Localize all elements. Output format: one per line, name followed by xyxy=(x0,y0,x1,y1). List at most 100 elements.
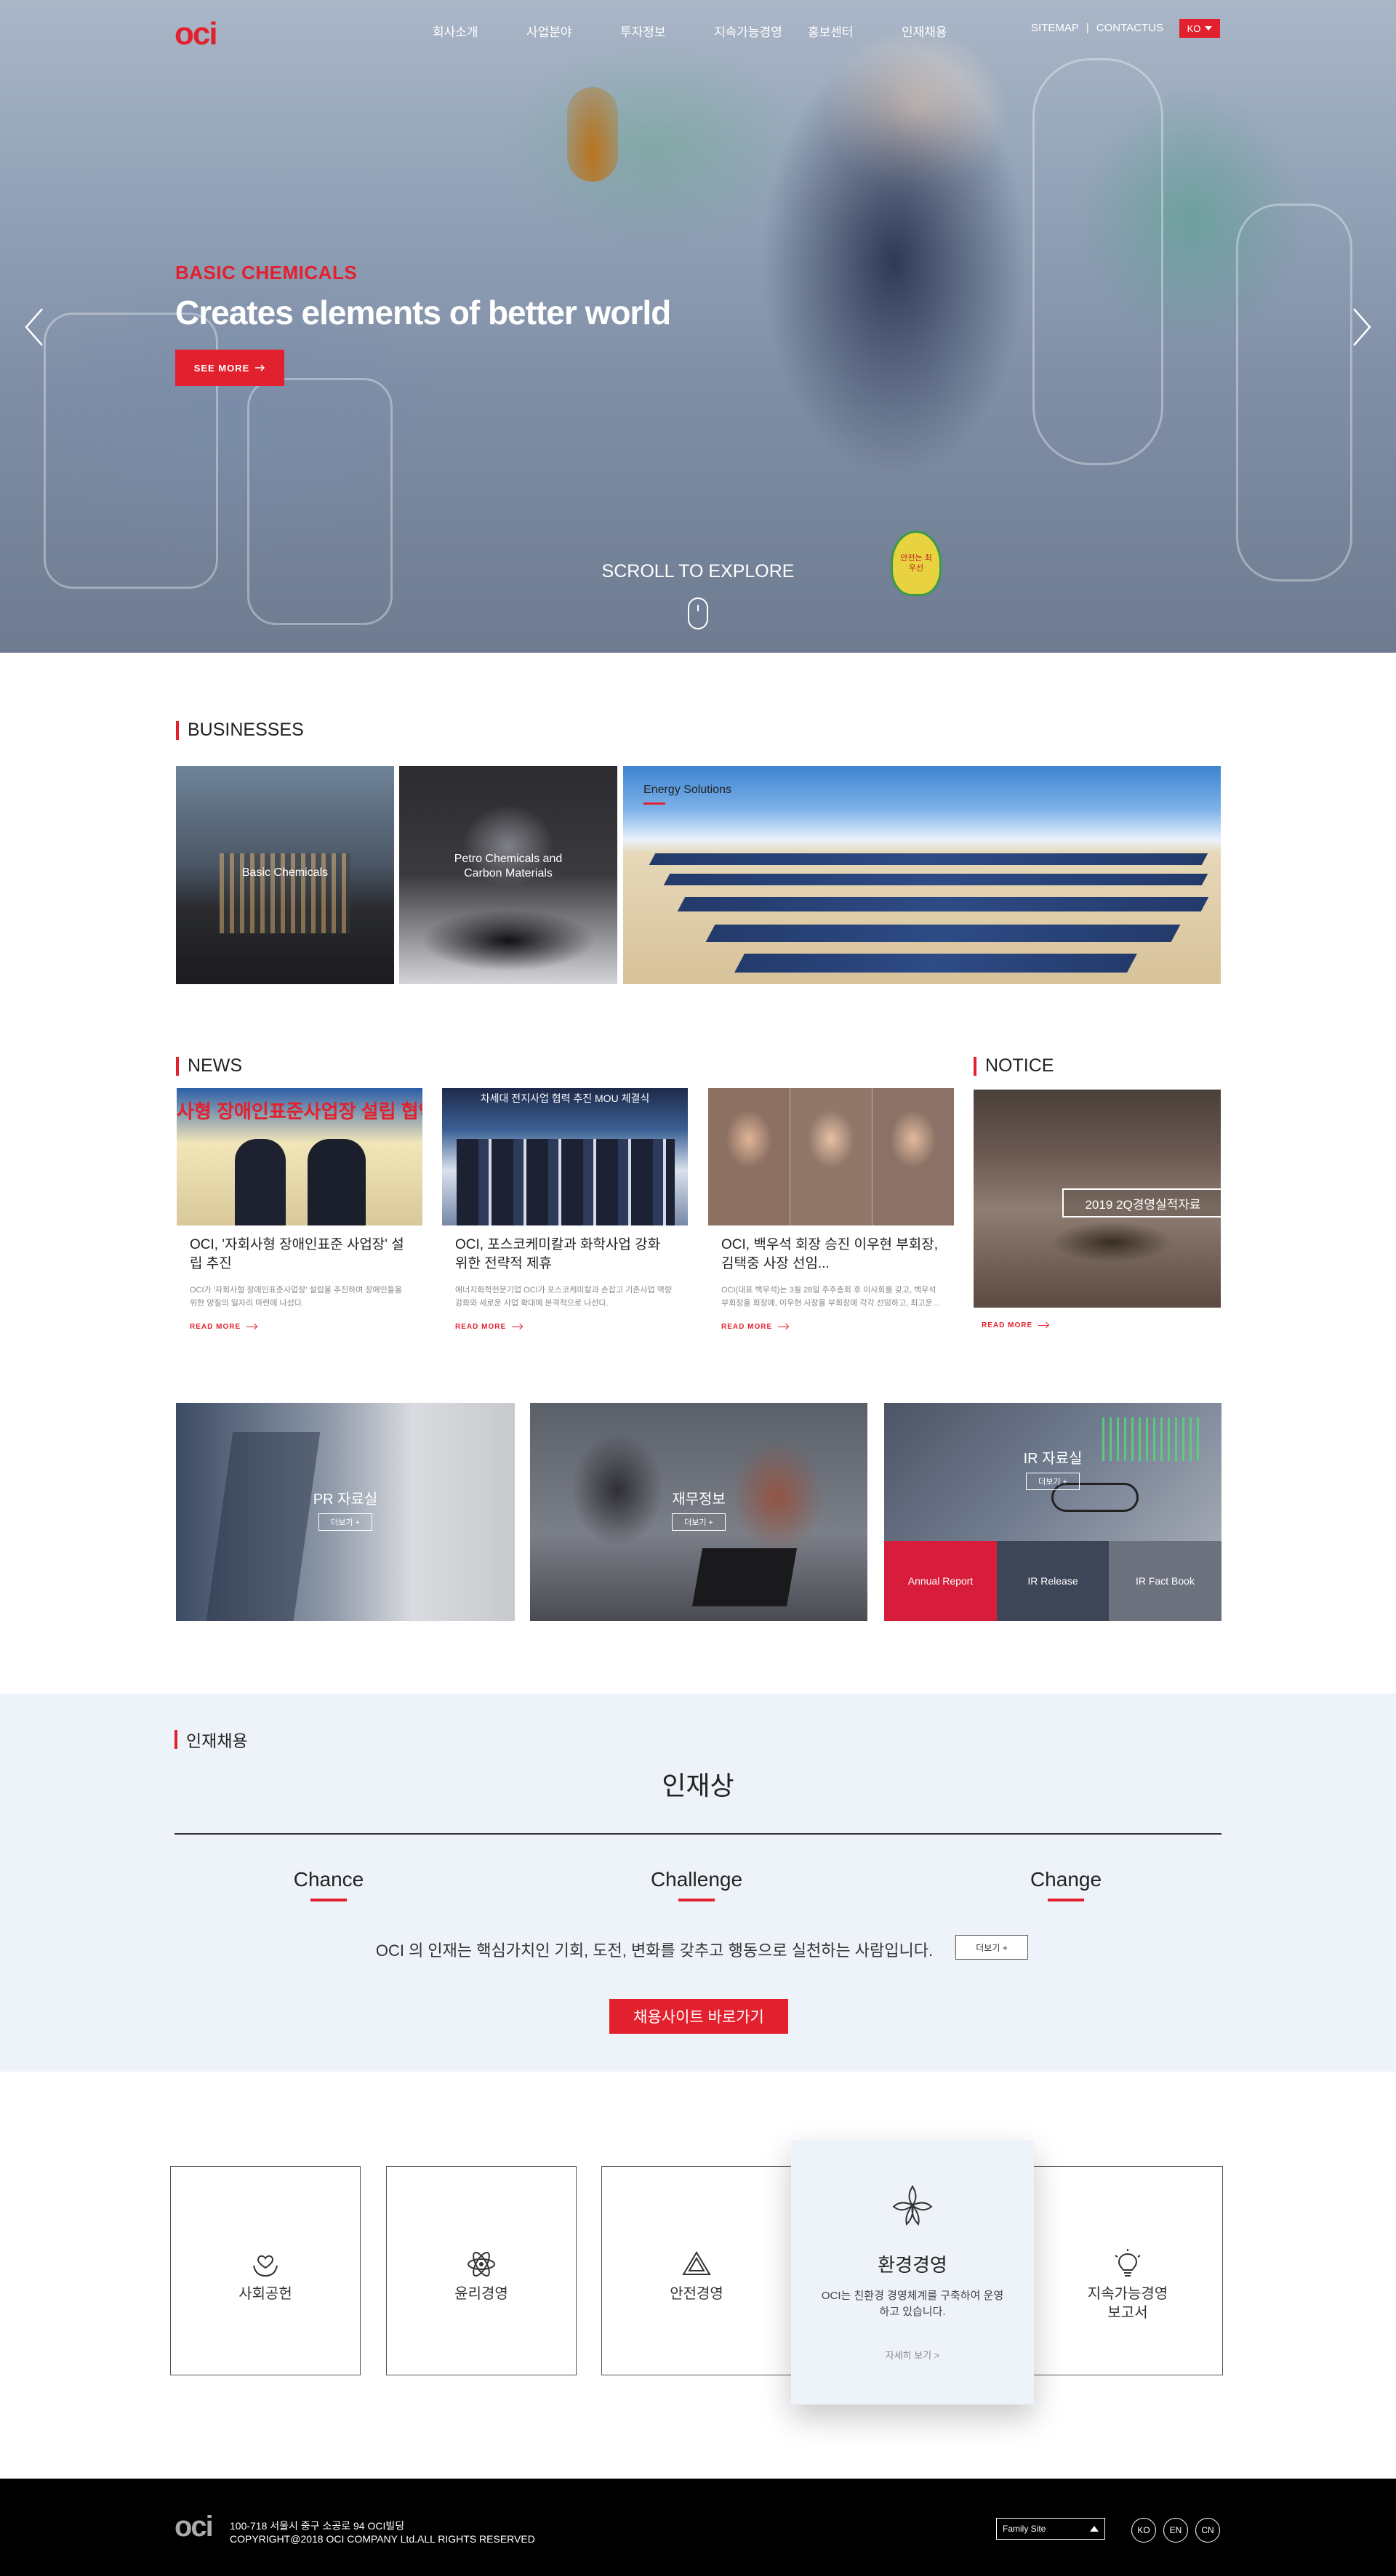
see-more-label: SEE MORE xyxy=(193,362,250,374)
recruit-section: 인재채용 인재상 Chance Challenge Change OCI 의 인… xyxy=(0,1694,1396,2072)
chevron-left-icon xyxy=(25,308,43,346)
recruit-title: 인재채용 xyxy=(174,1727,248,1752)
news-card[interactable]: 차세대 전지사업 협력 추진 MOU 체결식 OCI, 포스코케미칼과 화학사업… xyxy=(442,1088,688,1331)
slider-prev-button[interactable] xyxy=(20,305,49,349)
laptop-shape xyxy=(691,1548,798,1606)
talent-description-text: OCI 의 인재는 핵심가치인 기회, 도전, 변화를 갖추고 행동으로 실천하… xyxy=(375,1941,934,1960)
ir-release-button[interactable]: IR Release xyxy=(997,1541,1109,1621)
ir-archive-image[interactable]: IR 자료실 더보기 + xyxy=(884,1403,1222,1541)
news-card[interactable]: 사형 장애인표준사업장 설립 협약 OCI, '자회사형 장애인표준 사업장' … xyxy=(177,1088,422,1331)
nav-item-recruit[interactable]: 인재채용 xyxy=(902,22,995,40)
beaker xyxy=(567,87,618,182)
footer-lang-ko[interactable]: KO xyxy=(1131,2518,1156,2543)
hero-title: Creates elements of better world xyxy=(175,294,671,331)
ir-fact-book-button[interactable]: IR Fact Book xyxy=(1109,1541,1222,1621)
hero-slider: 안전는 최우선 oci 회사소개 사업분야 투자정보 지속가능경영 홍보센터 인… xyxy=(0,0,1396,653)
title-bar xyxy=(176,720,179,740)
value-label: Chance xyxy=(293,1868,364,1891)
ir-more-button[interactable]: 더보기 + xyxy=(1026,1473,1080,1490)
nav-item-business[interactable]: 사업분야 xyxy=(526,22,620,40)
language-select[interactable]: KO xyxy=(1179,19,1220,38)
oci-logo[interactable]: oci xyxy=(174,16,218,52)
news-headline[interactable]: OCI, 포스코케미칼과 화학사업 강화 위한 전략적 제휴 xyxy=(455,1236,675,1273)
value-challenge: Challenge xyxy=(624,1868,769,1901)
nav-item-company[interactable]: 회사소개 xyxy=(433,22,526,40)
hero-copy: BASIC CHEMICALS Creates elements of bett… xyxy=(175,262,671,386)
pr-more-button[interactable]: 더보기 + xyxy=(318,1513,372,1531)
recycle-triangle-icon xyxy=(682,2251,711,2275)
portrait xyxy=(790,1088,872,1225)
esg-card-social[interactable]: 사회공헌 xyxy=(170,2166,361,2375)
plant-structure xyxy=(220,853,350,933)
read-more-label: READ MORE xyxy=(721,1323,773,1331)
sitemap-link[interactable]: SITEMAP xyxy=(1031,22,1079,34)
ir-archive-tile: IR 자료실 더보기 + Annual Report IR Release IR… xyxy=(884,1403,1222,1621)
footer-lang-cn[interactable]: CN xyxy=(1195,2518,1220,2543)
business-label: Energy Solutions xyxy=(643,784,731,796)
ir-archive-label: IR 자료실 xyxy=(1023,1451,1083,1467)
businesses-title-text: BUSINESSES xyxy=(188,720,304,740)
notice-read-more-link[interactable]: READ MORE xyxy=(982,1321,1049,1329)
footer-lang-en[interactable]: EN xyxy=(1163,2518,1188,2543)
news-headline[interactable]: OCI, '자회사형 장애인표준 사업장' 설립 추진 xyxy=(190,1236,409,1273)
finance-more-button[interactable]: 더보기 + xyxy=(672,1513,726,1531)
pr-archive-tile[interactable]: PR 자료실 더보기 + xyxy=(176,1403,515,1621)
esg-card-safety[interactable]: 안전경영 xyxy=(601,2166,792,2375)
nav-item-pr[interactable]: 홍보센터 xyxy=(808,22,902,40)
portrait xyxy=(708,1088,790,1225)
leaf-star-icon xyxy=(892,2185,933,2226)
notice-card[interactable]: 2019 2Q경영실적자료 xyxy=(974,1090,1221,1308)
value-underline xyxy=(1048,1899,1084,1901)
esg-card-environment[interactable]: 환경경영 OCI는 친환경 경영체계를 구축하여 운영하고 있습니다. 자세히 … xyxy=(791,2140,1034,2404)
business-card-energy-solutions[interactable]: Energy Solutions xyxy=(623,766,1221,984)
nav-item-sustainability[interactable]: 지속가능경영 xyxy=(714,22,808,40)
arrow-right-icon xyxy=(1038,1325,1049,1326)
esg-card-sustainability-report[interactable]: 지속가능경영 보고서 xyxy=(1032,2166,1223,2375)
family-site-select[interactable]: Family Site xyxy=(996,2518,1105,2540)
business-card-basic-chemicals[interactable]: Basic Chemicals xyxy=(176,766,394,984)
esg-active-description: OCI는 친환경 경영체계를 구축하여 운영하고 있습니다. xyxy=(821,2290,1004,2318)
news-title: NEWS xyxy=(176,1055,242,1076)
news-headline[interactable]: OCI, 백우석 회장 승진 이우현 부회장, 김택중 사장 선임... xyxy=(721,1236,941,1273)
esg-card-label: 안전경영 xyxy=(670,2286,723,2302)
read-more-link[interactable]: READ MORE xyxy=(190,1323,422,1331)
document-shape xyxy=(206,1432,321,1621)
util-divider: | xyxy=(1086,22,1089,34)
news-thumbnail xyxy=(708,1088,954,1225)
business-card-petro-chemicals[interactable]: Petro Chemicals and Carbon Materials xyxy=(399,766,617,984)
financial-info-tile[interactable]: 재무정보 더보기 + xyxy=(530,1403,867,1621)
caret-down-icon xyxy=(1205,26,1213,31)
esg-card-ethics[interactable]: 윤리경영 xyxy=(386,2166,577,2375)
value-label: Change xyxy=(1030,1868,1102,1891)
news-card[interactable]: OCI, 백우석 회장 승진 이우현 부회장, 김택중 사장 선임... OCI… xyxy=(708,1088,954,1331)
logo-text: oci xyxy=(174,16,218,52)
recruit-site-button[interactable]: 채용사이트 바로가기 xyxy=(609,1999,788,2034)
notice-title: NOTICE xyxy=(974,1055,1054,1076)
value-underline xyxy=(678,1899,715,1901)
atom-icon xyxy=(468,2252,495,2277)
hands-heart-icon xyxy=(253,2255,278,2277)
news-title-text: NEWS xyxy=(188,1055,242,1076)
annual-report-button[interactable]: Annual Report xyxy=(884,1541,997,1621)
footer-logo[interactable]: oci xyxy=(174,2511,214,2543)
chevron-right-icon xyxy=(1353,308,1371,346)
notice-headline[interactable]: 2019 2Q경영실적자료 xyxy=(1062,1188,1221,1217)
mouse-scroll-icon[interactable] xyxy=(688,597,708,629)
thumbnail-text: 차세대 전지사업 협력 추진 MOU 체결식 xyxy=(480,1092,650,1104)
read-more-link[interactable]: READ MORE xyxy=(721,1323,954,1331)
news-summary: OCI가 '자회사형 장애인표준사업장' 설립을 추진하며 장애인들을 위한 양… xyxy=(190,1286,403,1308)
pr-archive-label: PR 자료실 xyxy=(313,1492,378,1508)
arrow-right-icon xyxy=(255,364,265,371)
scroll-to-explore[interactable]: SCROLL TO EXPLORE xyxy=(0,561,1396,582)
read-more-link[interactable]: READ MORE xyxy=(455,1323,688,1331)
portrait xyxy=(872,1088,954,1225)
esg-detail-link[interactable]: 자세히 보기 > xyxy=(791,2348,1034,2362)
esg-card-label: 사회공헌 xyxy=(238,2286,292,2302)
family-site-label: Family Site xyxy=(1003,2524,1046,2534)
slider-next-button[interactable] xyxy=(1347,305,1376,349)
see-more-button[interactable]: SEE MORE xyxy=(175,350,284,386)
recruit-more-button[interactable]: 더보기 + xyxy=(955,1935,1028,1960)
notice-title-text: NOTICE xyxy=(985,1055,1054,1076)
nav-item-investment[interactable]: 투자정보 xyxy=(620,22,714,40)
contact-link[interactable]: CONTACTUS xyxy=(1096,22,1163,34)
